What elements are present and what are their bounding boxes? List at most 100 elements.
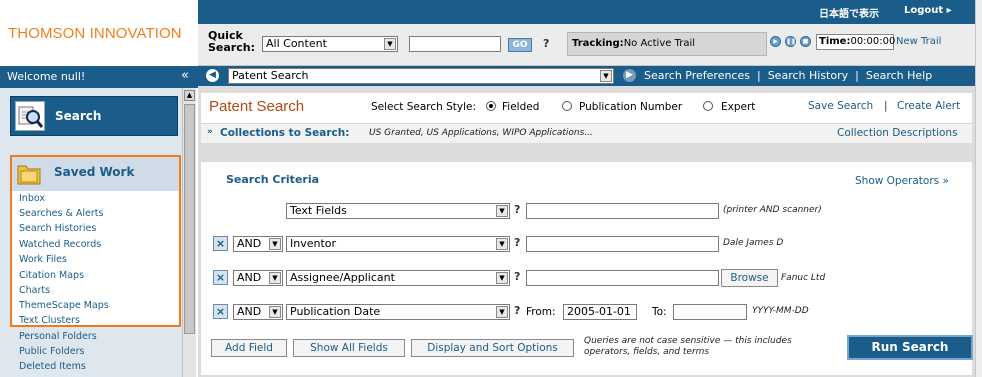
sidebar-link-work-files[interactable]: Work Files: [19, 254, 67, 265]
case-note-line1: Queries are not case sensitive — this in…: [584, 336, 792, 346]
chevron-down-icon: ▼: [496, 272, 508, 284]
collection-descriptions-link[interactable]: Collection Descriptions: [837, 127, 958, 139]
case-sensitivity-note: Queries are not case sensitive — this in…: [584, 336, 792, 358]
chevron-down-icon: ▼: [384, 38, 396, 50]
remove-row-icon[interactable]: ×: [213, 270, 228, 285]
remove-row-icon[interactable]: ×: [213, 236, 228, 251]
operator-select-2[interactable]: AND ▼: [233, 236, 283, 252]
radio-expert[interactable]: [703, 101, 713, 111]
chevron-down-icon: ▼: [496, 205, 508, 217]
search-criteria-title: Search Criteria: [226, 173, 320, 186]
sidebar-link-text-clusters[interactable]: Text Clusters: [19, 315, 80, 326]
field-select-3[interactable]: Assignee/Applicant ▼: [286, 270, 510, 286]
sidebar-link-themescape-maps[interactable]: ThemeScape Maps: [19, 300, 109, 311]
expand-chevron-icon: »: [942, 175, 949, 187]
expand-chevron-icon[interactable]: »: [207, 127, 213, 137]
field-select-1-value: Text Fields: [290, 204, 347, 217]
date-from-input[interactable]: 2005-01-01: [563, 304, 637, 320]
collections-label: Collections to Search:: [220, 127, 350, 139]
saved-work-header[interactable]: Saved Work: [12, 157, 179, 191]
back-arrow-icon[interactable]: ◀: [206, 69, 219, 82]
criteria-hint-4: YYYY-MM-DD: [752, 306, 809, 316]
chevron-down-icon: ▼: [269, 306, 281, 318]
pause-icon[interactable]: ❚❚: [785, 36, 796, 47]
criteria-hint-2: Dale James D: [723, 238, 784, 248]
patent-search-bar: ◀ Patent Search ▼ ▶ Search Preferences | S…: [198, 66, 982, 86]
sidebar-link-searches-alerts[interactable]: Searches & Alerts: [19, 208, 103, 219]
field-help-icon-1[interactable]: ?: [514, 203, 520, 216]
timer-display: Time:00:00:00: [816, 34, 896, 50]
stop-icon[interactable]: ■: [800, 36, 811, 47]
sidebar-link-charts[interactable]: Charts: [19, 285, 50, 296]
sidebar-link-watched-records[interactable]: Watched Records: [19, 239, 101, 250]
show-all-fields-button[interactable]: Show All Fields: [293, 339, 405, 357]
sidebar-link-public-folders[interactable]: Public Folders: [19, 346, 84, 357]
radio-fielded[interactable]: [486, 101, 496, 111]
folder-icon: [16, 162, 42, 186]
field-select-2-value: Inventor: [290, 237, 337, 250]
from-label: From:: [526, 306, 556, 318]
brand-area: THOMSON INNOVATION: [0, 0, 198, 66]
page-scrollbar[interactable]: [975, 0, 982, 377]
field-help-icon-4[interactable]: ?: [514, 304, 520, 317]
field-select-4-value: Publication Date: [290, 305, 381, 318]
sidebar-scrollbar[interactable]: ▲: [182, 88, 196, 377]
radio-expert-label: Expert: [721, 101, 756, 113]
time-label: Time:: [819, 36, 851, 47]
radio-fielded-label: Fielded: [502, 101, 540, 113]
save-search-link[interactable]: Save Search: [808, 100, 873, 112]
go-button[interactable]: GO: [508, 38, 532, 52]
criteria-input-1[interactable]: [526, 203, 719, 219]
search-links: Search Preferences | Search History | Search…: [644, 69, 933, 82]
search-history-link[interactable]: Search History: [768, 69, 848, 82]
sidebar-link-search-histories[interactable]: Search Histories: [19, 223, 96, 234]
collapse-sidebar-icon[interactable]: «: [181, 68, 189, 83]
play-icon[interactable]: ▶: [770, 36, 781, 47]
radio-publication-number[interactable]: [562, 101, 572, 111]
top-strip: 日本語で表示 Logout ▸: [198, 0, 982, 24]
scroll-up-icon[interactable]: ▲: [184, 90, 195, 101]
operator-select-3[interactable]: AND ▼: [233, 270, 283, 286]
search-type-select[interactable]: Patent Search ▼: [228, 68, 614, 84]
quick-search-scope-select[interactable]: All Content ▼: [262, 36, 398, 52]
browse-button[interactable]: Browse: [721, 269, 778, 287]
quick-search-input[interactable]: [409, 36, 501, 52]
quick-search-label: Quick Search:: [208, 30, 255, 54]
add-field-button[interactable]: Add Field: [211, 339, 287, 357]
sidebar-search-tile[interactable]: Search: [10, 96, 178, 136]
show-operators-label: Show Operators: [855, 175, 940, 187]
japanese-display-link[interactable]: 日本語で表示: [819, 5, 879, 20]
new-trail-link[interactable]: New Trail: [896, 36, 941, 47]
logout-link[interactable]: Logout ▸: [904, 5, 952, 16]
criteria-input-3[interactable]: [526, 270, 719, 286]
forward-arrow-icon[interactable]: ▶: [623, 69, 636, 82]
field-select-1[interactable]: Text Fields ▼: [286, 203, 510, 219]
welcome-bar: Welcome null! «: [0, 66, 198, 88]
search-preferences-link[interactable]: Search Preferences: [644, 69, 750, 82]
field-help-icon-2[interactable]: ?: [514, 236, 520, 249]
operator-select-4[interactable]: AND ▼: [233, 304, 283, 320]
saved-work-label: Saved Work: [54, 165, 135, 179]
scrollbar-thumb[interactable]: [184, 104, 195, 334]
field-help-icon-3[interactable]: ?: [514, 270, 520, 283]
show-operators-link[interactable]: Show Operators »: [855, 175, 949, 187]
criteria-input-2[interactable]: [526, 236, 719, 252]
remove-row-icon[interactable]: ×: [213, 304, 228, 319]
run-search-button[interactable]: Run Search: [847, 335, 973, 360]
quick-search-scope-value: All Content: [266, 37, 327, 50]
sidebar-link-deleted-items[interactable]: Deleted Items: [19, 361, 86, 372]
chevron-down-icon: ▼: [269, 272, 281, 284]
search-type-value: Patent Search: [232, 69, 309, 82]
create-alert-link[interactable]: Create Alert: [897, 100, 960, 112]
sidebar-link-personal-folders[interactable]: Personal Folders: [19, 331, 97, 342]
field-select-4[interactable]: Publication Date ▼: [286, 304, 510, 320]
date-to-input[interactable]: [673, 304, 747, 320]
field-select-2[interactable]: Inventor ▼: [286, 236, 510, 252]
sidebar-link-inbox[interactable]: Inbox: [19, 193, 45, 204]
sidebar-link-citation-maps[interactable]: Citation Maps: [19, 270, 84, 281]
display-sort-options-button[interactable]: Display and Sort Options: [411, 339, 574, 357]
search-help-link[interactable]: Search Help: [866, 69, 932, 82]
quick-search-help-icon[interactable]: ?: [543, 37, 549, 50]
time-value: 00:00:00: [850, 36, 896, 47]
page-title: Patent Search: [209, 98, 305, 115]
